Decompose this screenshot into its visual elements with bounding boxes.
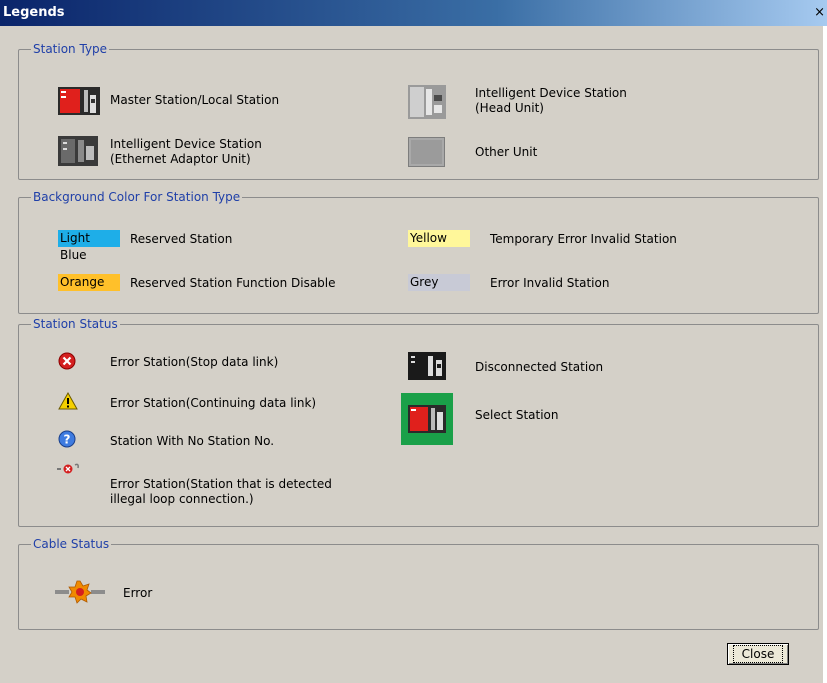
other-unit-label: Other Unit	[475, 145, 538, 159]
cable-status-group: Cable Status	[18, 537, 819, 630]
temporary-error-label: Temporary Error Invalid Station	[490, 232, 677, 246]
select-station-label: Select Station	[475, 408, 559, 422]
reserved-disable-label: Reserved Station Function Disable	[130, 276, 336, 290]
master-station-label: Master Station/Local Station	[110, 93, 280, 107]
cable-status-legend: Cable Status	[33, 537, 110, 551]
no-station-no-label: Station With No Station No.	[110, 434, 275, 448]
question-icon: ?	[58, 430, 76, 448]
close-button[interactable]: Close	[727, 643, 789, 665]
reserved-station-label: Reserved Station	[130, 232, 233, 246]
disconnected-station-icon	[408, 352, 446, 380]
station-status-legend: Station Status	[33, 317, 118, 331]
window-title: Legends	[3, 5, 65, 20]
master-station-icon	[58, 87, 100, 115]
error-invalid-label: Error Invalid Station	[490, 276, 610, 290]
illegal-loop-label-2: illegal loop connection.)	[110, 492, 254, 506]
grey-swatch: Grey	[408, 274, 470, 291]
yellow-swatch: Yellow	[408, 230, 470, 247]
background-color-group: Background Color For Station Type	[18, 190, 819, 314]
intelligent-ethernet-adaptor-icon	[58, 136, 98, 166]
close-button-label: Close	[732, 645, 784, 663]
ethernet-adaptor-label-1: Intelligent Device Station	[110, 137, 262, 151]
select-station-icon	[401, 393, 453, 445]
window-edge	[823, 26, 827, 683]
illegal-loop-label-1: Error Station(Station that is detected	[110, 477, 332, 491]
illegal-loop-icon	[57, 463, 79, 474]
light-blue-swatch: Light Blue	[58, 230, 120, 262]
svg-text:?: ?	[64, 433, 71, 447]
intelligent-head-unit-icon	[408, 85, 446, 119]
cable-error-label: Error	[123, 586, 153, 600]
head-unit-label-1: Intelligent Device Station	[475, 86, 627, 100]
legends-dialog: Legends × Station Type Master Station/Lo…	[0, 0, 827, 683]
background-color-legend: Background Color For Station Type	[33, 190, 241, 204]
error-stop-icon	[58, 352, 76, 370]
station-type-legend: Station Type	[33, 42, 108, 56]
disconnected-label: Disconnected Station	[475, 360, 604, 374]
warning-label: Error Station(Continuing data link)	[110, 396, 317, 410]
head-unit-label-2: (Head Unit)	[475, 101, 544, 115]
orange-swatch: Orange	[58, 274, 120, 291]
error-stop-label: Error Station(Stop data link)	[110, 355, 279, 369]
cable-error-icon	[55, 580, 105, 604]
title-bar: Legends ×	[0, 0, 827, 26]
ethernet-adaptor-label-2: (Ethernet Adaptor Unit)	[110, 152, 251, 166]
close-icon[interactable]: ×	[814, 6, 825, 19]
other-unit-icon	[408, 137, 445, 167]
warning-icon	[58, 392, 78, 410]
